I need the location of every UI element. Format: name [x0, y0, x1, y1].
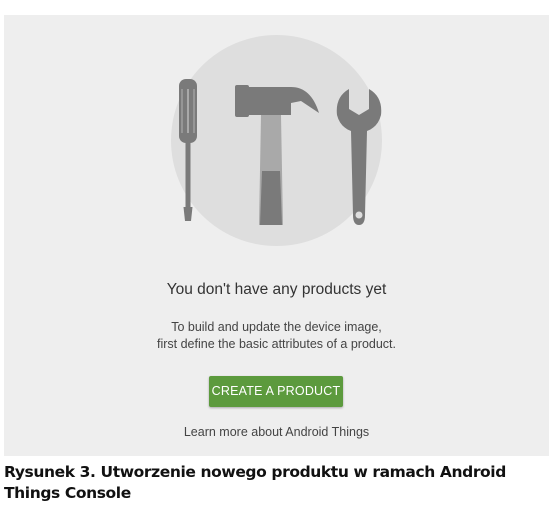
description-line-1: To build and update the device image,: [171, 320, 382, 334]
screwdriver-icon: [179, 79, 197, 221]
figure-caption: Rysunek 3. Utworzenie nowego produktu w …: [4, 462, 544, 504]
empty-state-panel: You don't have any products yet To build…: [4, 15, 549, 456]
empty-state-title: You don't have any products yet: [166, 281, 387, 298]
empty-state-description: To build and update the device image, fi…: [4, 319, 549, 353]
hammer-icon: [235, 85, 319, 225]
caption-line-1: Rysunek 3. Utworzenie nowego produktu w …: [4, 463, 506, 481]
caption-line-2: Things Console: [4, 484, 131, 502]
description-line-2: first define the basic attributes of a p…: [156, 337, 397, 351]
create-product-button[interactable]: CREATE A PRODUCT: [209, 376, 343, 407]
wrench-icon: [336, 89, 382, 225]
tools-illustration: [179, 79, 382, 225]
learn-more-link[interactable]: Learn more about Android Things: [4, 425, 549, 439]
